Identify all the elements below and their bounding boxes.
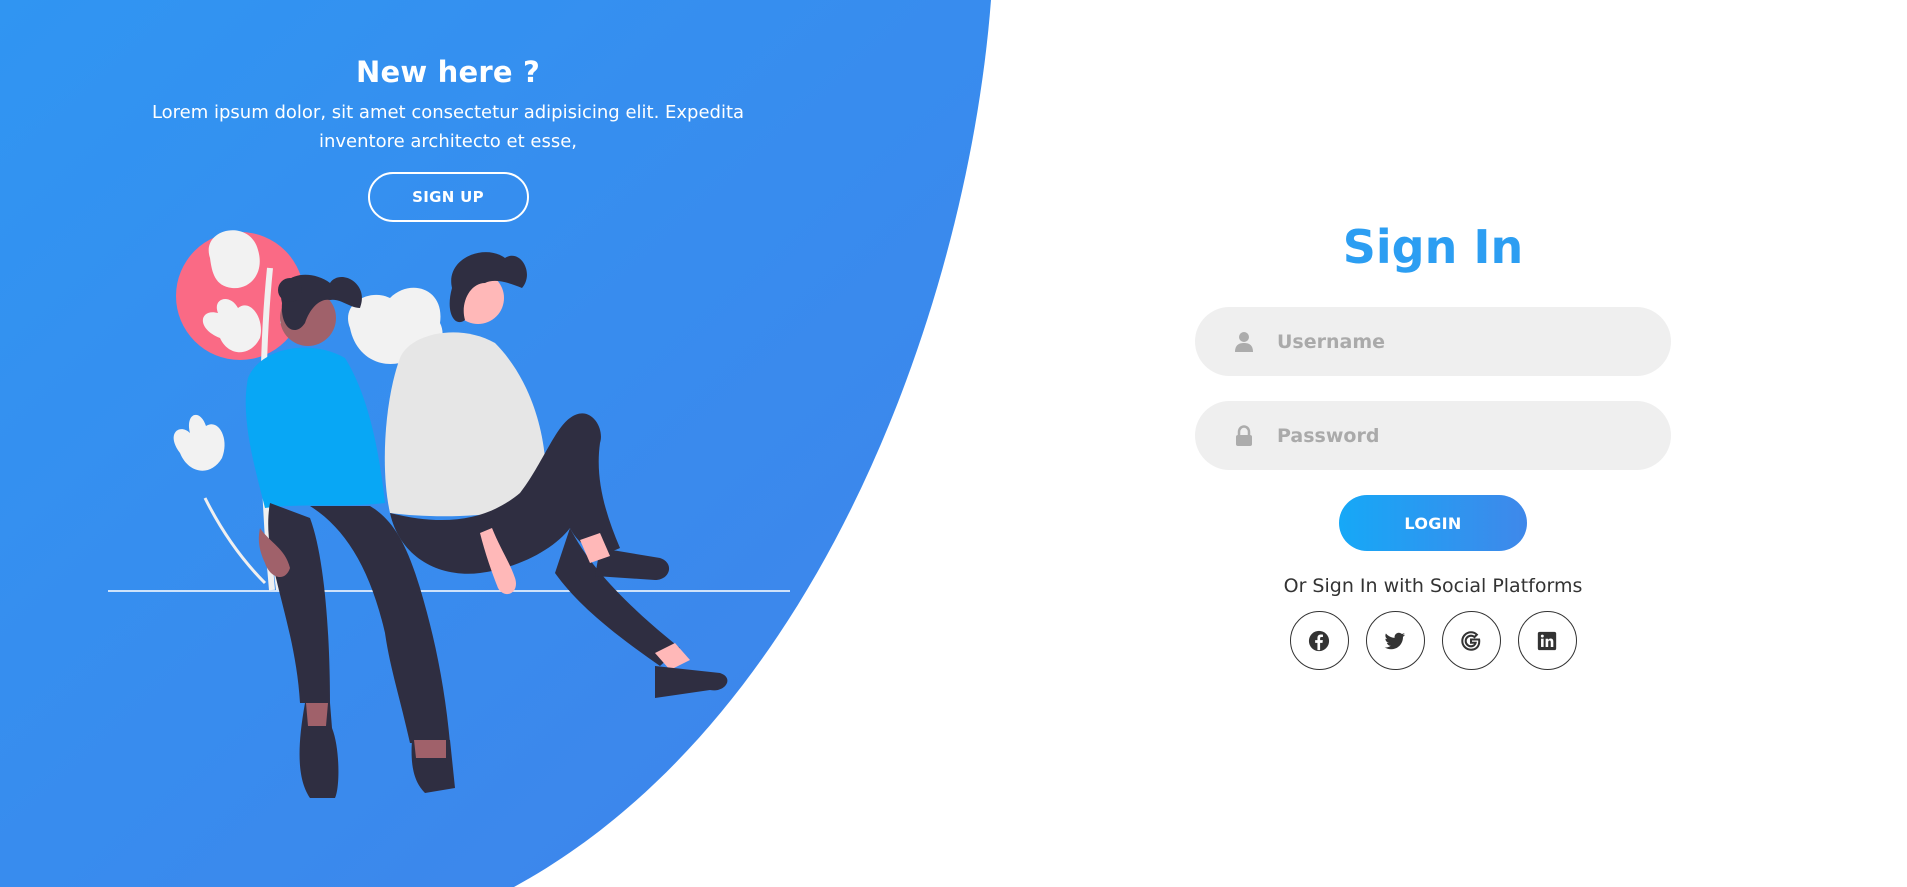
login-button[interactable]: LOGIN <box>1339 495 1527 551</box>
sign-up-button[interactable]: SIGN UP <box>367 172 529 222</box>
left-panel: New here ? Lorem ipsum dolor, sit amet c… <box>100 50 796 222</box>
twitter-button[interactable] <box>1365 611 1425 670</box>
username-field[interactable] <box>1195 307 1671 376</box>
facebook-icon <box>1308 630 1330 651</box>
lock-icon <box>1236 425 1252 446</box>
google-button[interactable] <box>1441 611 1501 670</box>
panel-title: New here ? <box>355 55 541 89</box>
linkedin-icon <box>1537 631 1557 650</box>
username-input[interactable] <box>1277 307 1637 376</box>
sign-in-form: Sign In LOGIN Or Sign In with Social Pla… <box>1195 215 1671 670</box>
sign-in-title: Sign In <box>1342 220 1524 274</box>
password-field[interactable] <box>1195 401 1671 470</box>
social-media-list <box>1195 611 1671 670</box>
social-sign-in-text: Or Sign In with Social Platforms <box>1283 575 1583 597</box>
twitter-icon <box>1384 632 1406 649</box>
facebook-button[interactable] <box>1289 611 1349 670</box>
user-icon <box>1235 332 1253 352</box>
google-icon <box>1461 630 1481 651</box>
linkedin-button[interactable] <box>1517 611 1577 670</box>
password-input[interactable] <box>1277 401 1637 470</box>
login-page: New here ? Lorem ipsum dolor, sit amet c… <box>0 0 1907 887</box>
people-illustration <box>108 230 790 798</box>
panel-description: Lorem ipsum dolor, sit amet consectetur … <box>151 102 745 152</box>
